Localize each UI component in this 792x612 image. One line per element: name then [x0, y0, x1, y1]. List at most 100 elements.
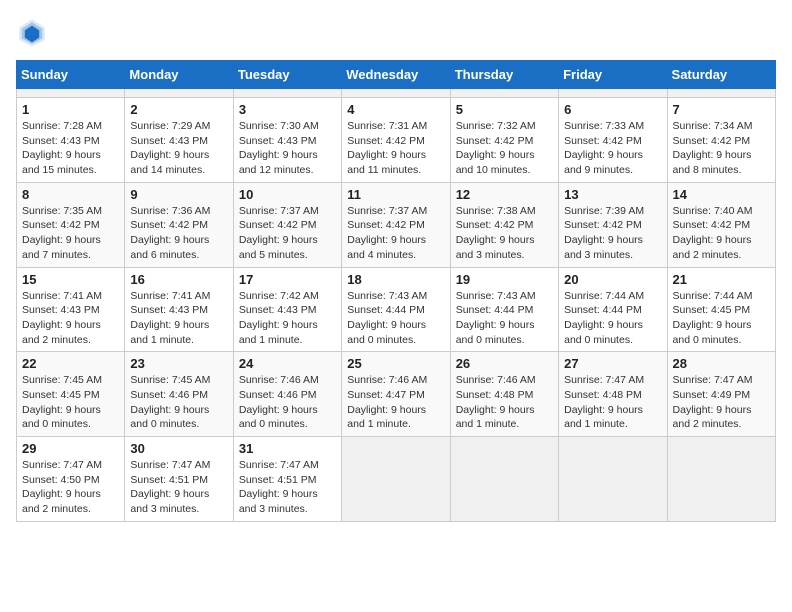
day-number: 10: [239, 187, 336, 202]
day-number: 22: [22, 356, 119, 371]
day-info: Sunrise: 7:47 AM Sunset: 4:48 PM Dayligh…: [564, 373, 661, 432]
calendar-cell: 23 Sunrise: 7:45 AM Sunset: 4:46 PM Dayl…: [125, 352, 233, 437]
daylight-label: Daylight: 9 hours and 2 minutes.: [22, 488, 101, 515]
daylight-label: Daylight: 9 hours and 6 minutes.: [130, 234, 209, 261]
sunrise-label: Sunrise: 7:46 AM: [456, 374, 536, 386]
calendar-cell: 15 Sunrise: 7:41 AM Sunset: 4:43 PM Dayl…: [17, 267, 125, 352]
day-info: Sunrise: 7:44 AM Sunset: 4:45 PM Dayligh…: [673, 289, 770, 348]
daylight-label: Daylight: 9 hours and 3 minutes.: [456, 234, 535, 261]
calendar-cell: 3 Sunrise: 7:30 AM Sunset: 4:43 PM Dayli…: [233, 98, 341, 183]
calendar-cell: 26 Sunrise: 7:46 AM Sunset: 4:48 PM Dayl…: [450, 352, 558, 437]
daylight-label: Daylight: 9 hours and 2 minutes.: [673, 404, 752, 431]
sunrise-label: Sunrise: 7:47 AM: [564, 374, 644, 386]
daylight-label: Daylight: 9 hours and 3 minutes.: [564, 234, 643, 261]
calendar-cell: [559, 89, 667, 98]
calendar-week-row: 1 Sunrise: 7:28 AM Sunset: 4:43 PM Dayli…: [17, 98, 776, 183]
day-info: Sunrise: 7:42 AM Sunset: 4:43 PM Dayligh…: [239, 289, 336, 348]
calendar-cell: 28 Sunrise: 7:47 AM Sunset: 4:49 PM Dayl…: [667, 352, 775, 437]
calendar-cell: [342, 89, 450, 98]
page-header: [16, 16, 776, 48]
sunset-label: Sunset: 4:49 PM: [673, 389, 751, 401]
sunrise-label: Sunrise: 7:31 AM: [347, 120, 427, 132]
sunrise-label: Sunrise: 7:29 AM: [130, 120, 210, 132]
calendar-cell: [233, 89, 341, 98]
sunset-label: Sunset: 4:47 PM: [347, 389, 425, 401]
calendar-cell: [125, 89, 233, 98]
sunset-label: Sunset: 4:42 PM: [347, 219, 425, 231]
day-number: 29: [22, 441, 119, 456]
daylight-label: Daylight: 9 hours and 0 minutes.: [673, 319, 752, 346]
day-info: Sunrise: 7:30 AM Sunset: 4:43 PM Dayligh…: [239, 119, 336, 178]
calendar-cell: [342, 437, 450, 522]
calendar-cell: 20 Sunrise: 7:44 AM Sunset: 4:44 PM Dayl…: [559, 267, 667, 352]
sunrise-label: Sunrise: 7:45 AM: [130, 374, 210, 386]
sunset-label: Sunset: 4:48 PM: [456, 389, 534, 401]
sunrise-label: Sunrise: 7:37 AM: [347, 205, 427, 217]
sunrise-label: Sunrise: 7:42 AM: [239, 290, 319, 302]
day-number: 15: [22, 272, 119, 287]
calendar-cell: 17 Sunrise: 7:42 AM Sunset: 4:43 PM Dayl…: [233, 267, 341, 352]
sunrise-label: Sunrise: 7:35 AM: [22, 205, 102, 217]
daylight-label: Daylight: 9 hours and 0 minutes.: [347, 319, 426, 346]
sunrise-label: Sunrise: 7:46 AM: [239, 374, 319, 386]
daylight-label: Daylight: 9 hours and 0 minutes.: [456, 319, 535, 346]
day-number: 20: [564, 272, 661, 287]
sunset-label: Sunset: 4:43 PM: [239, 135, 317, 147]
sunset-label: Sunset: 4:43 PM: [239, 304, 317, 316]
day-info: Sunrise: 7:33 AM Sunset: 4:42 PM Dayligh…: [564, 119, 661, 178]
sunrise-label: Sunrise: 7:43 AM: [456, 290, 536, 302]
calendar-cell: 4 Sunrise: 7:31 AM Sunset: 4:42 PM Dayli…: [342, 98, 450, 183]
sunset-label: Sunset: 4:43 PM: [130, 135, 208, 147]
day-info: Sunrise: 7:43 AM Sunset: 4:44 PM Dayligh…: [347, 289, 444, 348]
sunrise-label: Sunrise: 7:30 AM: [239, 120, 319, 132]
day-info: Sunrise: 7:45 AM Sunset: 4:45 PM Dayligh…: [22, 373, 119, 432]
daylight-label: Daylight: 9 hours and 9 minutes.: [564, 149, 643, 176]
day-info: Sunrise: 7:47 AM Sunset: 4:51 PM Dayligh…: [130, 458, 227, 517]
day-number: 9: [130, 187, 227, 202]
day-number: 26: [456, 356, 553, 371]
sunrise-label: Sunrise: 7:34 AM: [673, 120, 753, 132]
sunset-label: Sunset: 4:42 PM: [673, 135, 751, 147]
calendar-cell: 13 Sunrise: 7:39 AM Sunset: 4:42 PM Dayl…: [559, 182, 667, 267]
calendar-cell: [667, 437, 775, 522]
daylight-label: Daylight: 9 hours and 2 minutes.: [673, 234, 752, 261]
daylight-label: Daylight: 9 hours and 1 minute.: [239, 319, 318, 346]
day-info: Sunrise: 7:29 AM Sunset: 4:43 PM Dayligh…: [130, 119, 227, 178]
day-number: 17: [239, 272, 336, 287]
daylight-label: Daylight: 9 hours and 10 minutes.: [456, 149, 535, 176]
sunrise-label: Sunrise: 7:43 AM: [347, 290, 427, 302]
sunrise-label: Sunrise: 7:32 AM: [456, 120, 536, 132]
sunset-label: Sunset: 4:46 PM: [239, 389, 317, 401]
day-info: Sunrise: 7:46 AM Sunset: 4:48 PM Dayligh…: [456, 373, 553, 432]
sunrise-label: Sunrise: 7:44 AM: [673, 290, 753, 302]
day-info: Sunrise: 7:28 AM Sunset: 4:43 PM Dayligh…: [22, 119, 119, 178]
daylight-label: Daylight: 9 hours and 3 minutes.: [239, 488, 318, 515]
calendar-cell: 21 Sunrise: 7:44 AM Sunset: 4:45 PM Dayl…: [667, 267, 775, 352]
calendar-week-row: 22 Sunrise: 7:45 AM Sunset: 4:45 PM Dayl…: [17, 352, 776, 437]
sunset-label: Sunset: 4:42 PM: [456, 219, 534, 231]
calendar-cell: 27 Sunrise: 7:47 AM Sunset: 4:48 PM Dayl…: [559, 352, 667, 437]
day-number: 19: [456, 272, 553, 287]
day-info: Sunrise: 7:43 AM Sunset: 4:44 PM Dayligh…: [456, 289, 553, 348]
day-info: Sunrise: 7:32 AM Sunset: 4:42 PM Dayligh…: [456, 119, 553, 178]
daylight-label: Daylight: 9 hours and 12 minutes.: [239, 149, 318, 176]
calendar-cell: 7 Sunrise: 7:34 AM Sunset: 4:42 PM Dayli…: [667, 98, 775, 183]
column-header-saturday: Saturday: [667, 61, 775, 89]
day-info: Sunrise: 7:40 AM Sunset: 4:42 PM Dayligh…: [673, 204, 770, 263]
daylight-label: Daylight: 9 hours and 0 minutes.: [130, 404, 209, 431]
day-number: 14: [673, 187, 770, 202]
calendar-cell: 1 Sunrise: 7:28 AM Sunset: 4:43 PM Dayli…: [17, 98, 125, 183]
day-info: Sunrise: 7:31 AM Sunset: 4:42 PM Dayligh…: [347, 119, 444, 178]
sunset-label: Sunset: 4:46 PM: [130, 389, 208, 401]
calendar-cell: 19 Sunrise: 7:43 AM Sunset: 4:44 PM Dayl…: [450, 267, 558, 352]
sunrise-label: Sunrise: 7:33 AM: [564, 120, 644, 132]
calendar-cell: [667, 89, 775, 98]
sunrise-label: Sunrise: 7:41 AM: [130, 290, 210, 302]
sunrise-label: Sunrise: 7:47 AM: [239, 459, 319, 471]
sunset-label: Sunset: 4:42 PM: [130, 219, 208, 231]
daylight-label: Daylight: 9 hours and 5 minutes.: [239, 234, 318, 261]
calendar-cell: 14 Sunrise: 7:40 AM Sunset: 4:42 PM Dayl…: [667, 182, 775, 267]
day-info: Sunrise: 7:47 AM Sunset: 4:50 PM Dayligh…: [22, 458, 119, 517]
day-number: 30: [130, 441, 227, 456]
sunrise-label: Sunrise: 7:46 AM: [347, 374, 427, 386]
